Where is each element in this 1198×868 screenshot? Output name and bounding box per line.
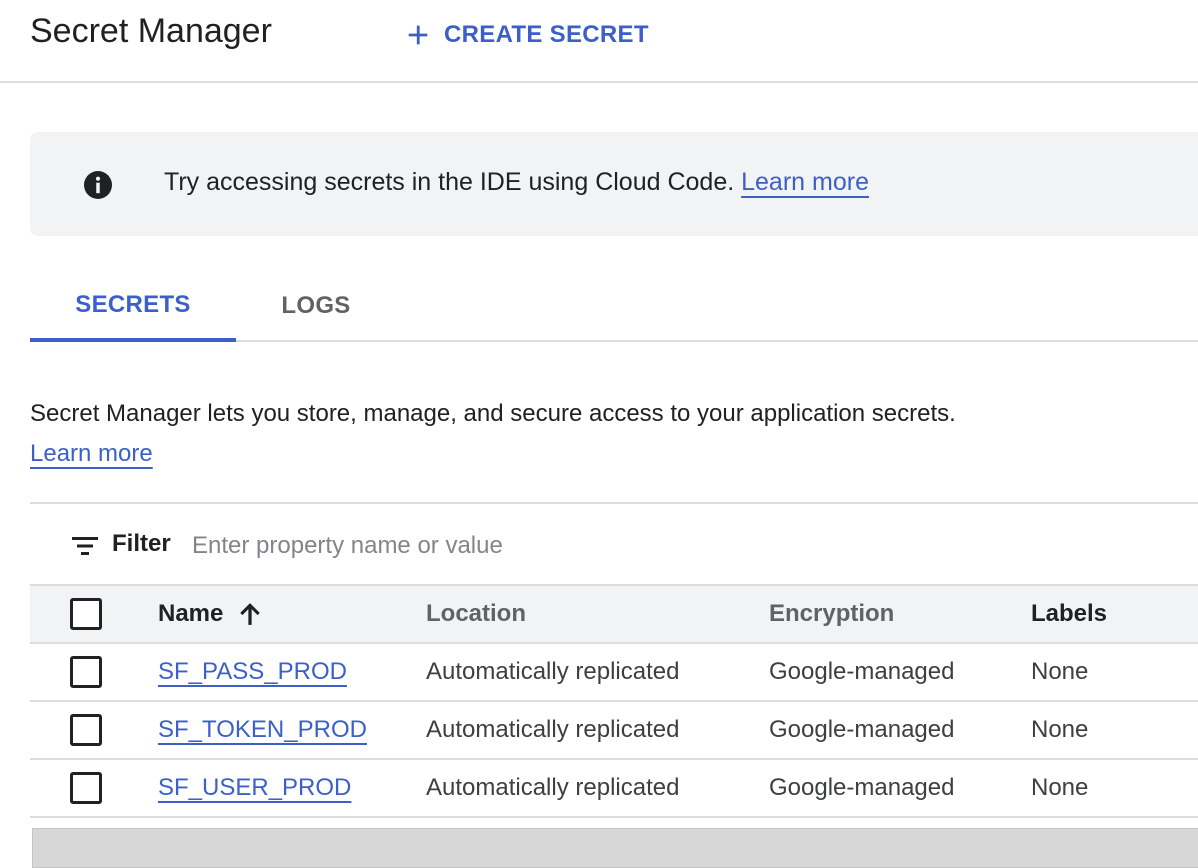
page-title: Secret Manager	[30, 12, 272, 50]
row-checkbox[interactable]	[70, 714, 102, 746]
banner-message: Try accessing secrets in the IDE using C…	[164, 168, 869, 197]
name-cell: SF_PASS_PROD	[158, 644, 347, 700]
row-checkbox-cell	[70, 644, 104, 700]
filter-bar: Filter	[30, 502, 1198, 586]
labels-cell: None	[1031, 716, 1089, 743]
table-row: SF_USER_PROD Automatically replicated Go…	[30, 760, 1198, 818]
secret-name-link[interactable]: SF_TOKEN_PROD	[158, 716, 367, 744]
tab-secrets[interactable]: SECRETS	[30, 272, 236, 342]
name-cell: SF_USER_PROD	[158, 760, 351, 816]
row-checkbox[interactable]	[70, 656, 102, 688]
arrow-up-icon[interactable]	[237, 601, 263, 627]
page-header: Secret Manager CREATE SECRET	[0, 0, 1198, 83]
create-secret-label: CREATE SECRET	[444, 21, 649, 48]
column-header-name[interactable]: Name	[158, 586, 263, 642]
filter-icon[interactable]	[70, 534, 100, 558]
location-cell: Automatically replicated	[426, 716, 680, 743]
select-all-cell	[70, 586, 104, 642]
column-header-labels[interactable]: Labels	[1031, 586, 1107, 642]
select-all-checkbox[interactable]	[70, 598, 102, 630]
description-learn-more-link[interactable]: Learn more	[30, 440, 153, 467]
column-name-label: Name	[158, 600, 224, 627]
page-description: Secret Manager lets you store, manage, a…	[30, 394, 1130, 474]
secrets-table: Name Location Encryption Labels SF_PASS_…	[30, 586, 1198, 818]
filter-input[interactable]	[190, 524, 890, 568]
encryption-cell: Google-managed	[769, 716, 955, 743]
secret-name-link[interactable]: SF_PASS_PROD	[158, 658, 347, 686]
description-text: Secret Manager lets you store, manage, a…	[30, 400, 956, 427]
create-secret-button[interactable]: CREATE SECRET	[404, 16, 649, 54]
location-cell: Automatically replicated	[426, 774, 680, 801]
location-cell: Automatically replicated	[426, 658, 680, 685]
table-row: SF_PASS_PROD Automatically replicated Go…	[30, 644, 1198, 702]
column-header-encryption[interactable]: Encryption	[769, 586, 894, 642]
secret-name-link[interactable]: SF_USER_PROD	[158, 774, 351, 802]
encryption-cell: Google-managed	[769, 658, 955, 685]
tab-logs[interactable]: LOGS	[236, 272, 396, 340]
info-icon	[84, 171, 112, 199]
table-row: SF_TOKEN_PROD Automatically replicated G…	[30, 702, 1198, 760]
row-checkbox-cell	[70, 702, 104, 758]
tab-bar: SECRETS LOGS	[30, 272, 1198, 342]
row-checkbox-cell	[70, 760, 104, 816]
encryption-cell: Google-managed	[769, 774, 955, 801]
labels-cell: None	[1031, 774, 1089, 801]
table-header-row: Name Location Encryption Labels	[30, 586, 1198, 644]
cloud-code-banner: Try accessing secrets in the IDE using C…	[30, 132, 1198, 236]
banner-text: Try accessing secrets in the IDE using C…	[164, 168, 735, 196]
column-header-location[interactable]: Location	[426, 586, 526, 642]
row-checkbox[interactable]	[70, 772, 102, 804]
plus-icon	[408, 25, 428, 45]
horizontal-scrollbar[interactable]	[32, 828, 1198, 868]
labels-cell: None	[1031, 658, 1089, 685]
banner-learn-more-link[interactable]: Learn more	[741, 168, 869, 196]
filter-label: Filter	[112, 530, 171, 557]
name-cell: SF_TOKEN_PROD	[158, 702, 367, 758]
